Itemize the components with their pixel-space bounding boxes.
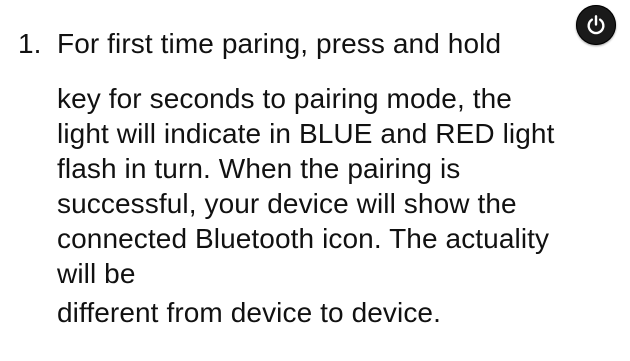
power-icon bbox=[576, 5, 616, 45]
step-text-line-6: connected Bluetooth icon. The actuality bbox=[57, 223, 550, 254]
step-text-line-8: different from device to device. bbox=[57, 297, 441, 328]
step-text-line-1: For first time paring, press and hold bbox=[57, 28, 502, 59]
step-text-line-2: key for seconds to pairing mode, the bbox=[57, 83, 512, 114]
step-text-line-3: light will indicate in BLUE and RED ligh… bbox=[57, 118, 555, 149]
step-text-line-5: successful, your device will show the bbox=[57, 188, 517, 219]
power-symbol-icon bbox=[587, 15, 605, 35]
step-text-line-7: will be bbox=[57, 258, 136, 289]
step-number: 1. bbox=[18, 28, 42, 59]
step-text-line-4: flash in turn. When the pairing is bbox=[57, 153, 461, 184]
